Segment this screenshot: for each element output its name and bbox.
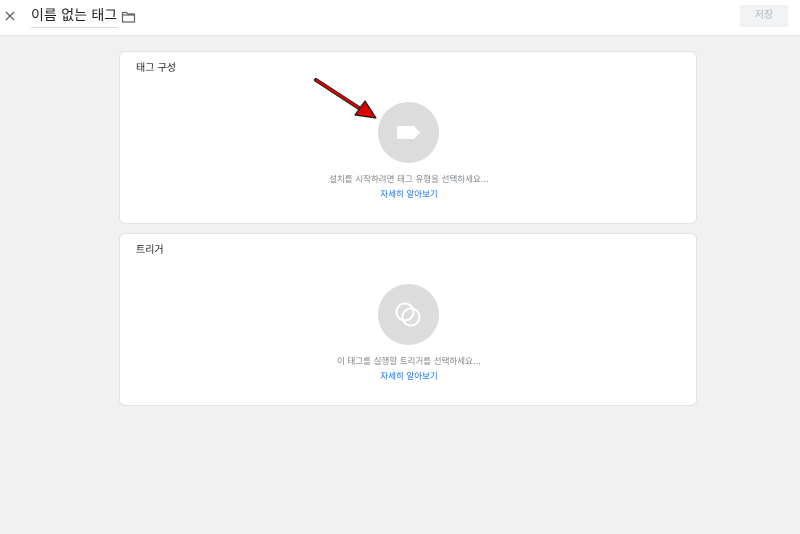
- tag-configuration-card[interactable]: 태그 구성 설치를 시작하려면 태그 유형을 선택하세요... 자세히 알아보기: [119, 51, 697, 224]
- tag-learn-more-link[interactable]: 자세히 알아보기: [120, 189, 698, 201]
- close-icon: [2, 7, 18, 25]
- tag-type-hint: 설치를 시작하려면 태그 유형을 선택하세요...: [329, 175, 489, 185]
- triggering-title: 트리거: [136, 245, 164, 256]
- choose-tag-type-button[interactable]: [378, 102, 439, 163]
- save-button[interactable]: 저장: [740, 5, 788, 27]
- close-button[interactable]: [2, 7, 18, 25]
- folder-icon: [121, 9, 136, 28]
- tag-configuration-title: 태그 구성: [136, 63, 176, 74]
- trigger-hint: 이 태그를 실행할 트리거를 선택하세요...: [336, 357, 482, 367]
- tag-name-field[interactable]: 이름 없는 태그: [31, 6, 119, 28]
- triggering-card[interactable]: 트리거 이 태그를 실행할 트리거를 선택하세요... 자세히 알아보기: [119, 233, 697, 406]
- trigger-learn-more-link[interactable]: 자세히 알아보기: [120, 371, 698, 383]
- folder-button[interactable]: [121, 9, 136, 23]
- top-bar: 이름 없는 태그 저장: [0, 0, 800, 36]
- choose-trigger-button[interactable]: [378, 284, 439, 345]
- red-arrow-icon: [314, 78, 377, 119]
